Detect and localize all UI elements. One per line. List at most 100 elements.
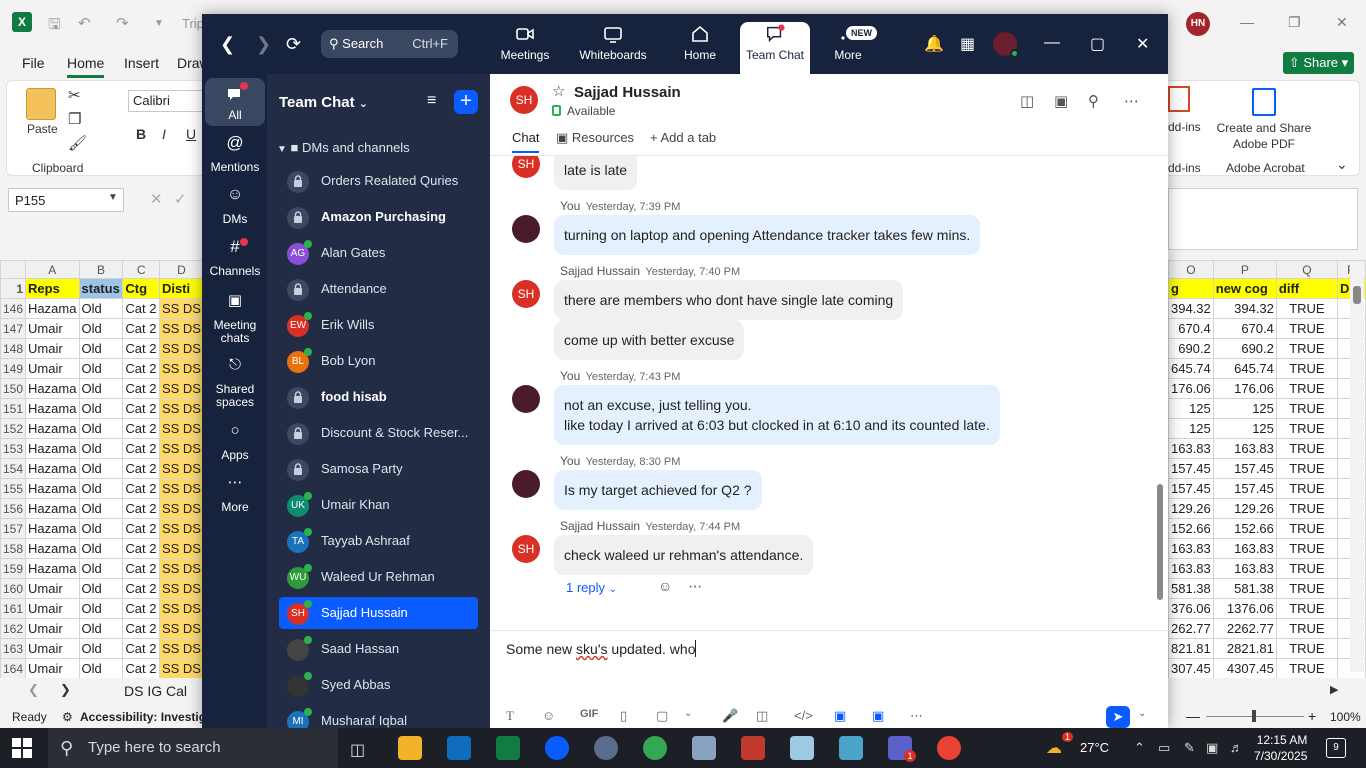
calculator-icon[interactable] xyxy=(692,736,716,760)
share-button[interactable]: ⇧ Share ▾ xyxy=(1283,52,1354,74)
cell-o[interactable]: 163.83 xyxy=(1168,438,1214,459)
bell-icon[interactable]: 🔔 xyxy=(924,34,944,54)
screenshot-dropdown-icon[interactable]: ⌄ xyxy=(684,708,692,719)
cell-ctg[interactable]: Cat 2 xyxy=(122,478,160,499)
text-format-icon[interactable]: T xyxy=(506,708,514,724)
section-dms-and-channels[interactable]: ▼ ■ DMs and channels xyxy=(277,140,410,155)
row-number[interactable]: 163 xyxy=(0,638,27,659)
file-icon[interactable]: ▯ xyxy=(620,708,627,724)
zoom-level[interactable]: 100% xyxy=(1330,710,1361,724)
scroll-right-icon[interactable]: ▶ xyxy=(1330,683,1338,696)
cell-ctg[interactable]: Cat 2 xyxy=(122,418,160,439)
cell-ctg[interactable]: Cat 2 xyxy=(122,318,160,339)
save-icon[interactable]: 🖫 xyxy=(48,14,61,39)
search-chat-icon[interactable]: ⚲ xyxy=(1088,92,1099,110)
cell-ctg[interactable]: Cat 2 xyxy=(122,578,160,599)
row-number[interactable]: 159 xyxy=(0,558,27,579)
pen-icon[interactable]: ✎ xyxy=(1184,740,1195,756)
spreadsheet-grid-right[interactable]: OPQRgnew cogdiffD394.32394.32TRUE670.467… xyxy=(1168,260,1366,678)
clock[interactable]: 12:15 AM 7/30/2025 xyxy=(1254,732,1307,764)
cell-dist[interactable]: SS DS xyxy=(158,658,204,678)
bold-button[interactable]: B xyxy=(136,126,146,142)
row-number[interactable]: 157 xyxy=(0,518,27,539)
cell-o[interactable]: 157.45 xyxy=(1168,458,1214,479)
cell-dist[interactable]: SS DS xyxy=(158,558,204,579)
sidebar-item[interactable]: UK Umair Khan xyxy=(279,489,478,521)
header-cell[interactable]: Reps xyxy=(25,278,80,299)
row-number[interactable]: 164 xyxy=(0,658,27,678)
cell-status[interactable]: Old xyxy=(78,578,124,599)
user-avatar[interactable]: HN xyxy=(1186,12,1210,36)
cell-status[interactable]: Old xyxy=(78,438,124,459)
cell-reps[interactable]: Hazama xyxy=(25,438,80,459)
cell-new-cog[interactable]: 394.32 xyxy=(1212,298,1277,319)
cell-reps[interactable]: Hazama xyxy=(25,458,80,479)
microphone-icon[interactable]: 🎤 xyxy=(722,708,738,724)
sidebar-item[interactable]: Samosa Party xyxy=(279,453,478,485)
sidebar-item[interactable]: SH Sajjad Hussain xyxy=(279,597,478,629)
send-button[interactable]: ➤ xyxy=(1106,706,1130,728)
cell-dist[interactable]: SS DS xyxy=(158,478,204,499)
italic-button[interactable]: I xyxy=(162,126,166,142)
ribbon-collapse-icon[interactable]: ⌄ xyxy=(1336,156,1348,173)
filezilla-icon[interactable] xyxy=(741,736,765,760)
cell-reps[interactable]: Umair xyxy=(25,658,80,678)
underline-button[interactable]: U xyxy=(186,126,196,142)
cell-diff[interactable]: TRUE xyxy=(1275,658,1338,678)
add-tab-button[interactable]: + Add a tab xyxy=(650,130,716,145)
sender-avatar[interactable]: SH xyxy=(512,156,540,178)
weather-icon[interactable]: ☁ xyxy=(1046,738,1062,758)
cell-status[interactable]: Old xyxy=(78,538,124,559)
meeting-icon[interactable]: ▣ xyxy=(872,708,884,724)
cell-o[interactable]: 125 xyxy=(1168,418,1214,439)
cell-new-cog[interactable]: 645.74 xyxy=(1212,358,1277,379)
cell-ctg[interactable]: Cat 2 xyxy=(122,438,160,459)
cell-ctg[interactable]: Cat 2 xyxy=(122,358,160,379)
cell-new-cog[interactable]: 690.2 xyxy=(1212,338,1277,359)
excel-icon[interactable] xyxy=(496,736,520,760)
cell-ctg[interactable]: Cat 2 xyxy=(122,518,160,539)
cell-new-cog[interactable]: 4307.45 xyxy=(1212,658,1277,678)
column-header[interactable]: A xyxy=(25,260,80,279)
battery-icon[interactable]: ▭ xyxy=(1158,740,1170,756)
sidebar-item[interactable]: Syed Abbas xyxy=(279,669,478,701)
cell-reps[interactable]: Hazama xyxy=(25,418,80,439)
cell-o[interactable]: 690.2 xyxy=(1168,338,1214,359)
next-sheet-icon[interactable]: ❯ xyxy=(60,682,71,698)
row-number[interactable]: 149 xyxy=(0,358,27,379)
tab-chat[interactable]: Chat xyxy=(512,130,540,153)
cell-dist[interactable]: SS DS xyxy=(158,538,204,559)
cell-diff[interactable]: TRUE xyxy=(1275,518,1338,539)
more-options-icon[interactable]: ⋯ xyxy=(1124,92,1139,110)
cell-o[interactable]: 645.74 xyxy=(1168,358,1214,379)
cell-status[interactable]: Old xyxy=(78,378,124,399)
windows-start-icon[interactable] xyxy=(12,738,32,758)
rail-more[interactable]: ⋯ More xyxy=(205,475,265,514)
cell-reps[interactable]: Umair xyxy=(25,318,80,339)
cell-o[interactable]: 821.81 xyxy=(1168,638,1214,659)
quick-access-dropdown-icon[interactable]: ▼ xyxy=(154,18,164,29)
message-bubble[interactable]: late is late xyxy=(554,156,638,190)
cell-diff[interactable]: TRUE xyxy=(1275,558,1338,579)
cell-o[interactable]: 152.66 xyxy=(1168,518,1214,539)
cell-dist[interactable]: SS DS xyxy=(158,518,204,539)
cell-dist[interactable]: SS DS xyxy=(158,318,204,339)
format-painter-icon[interactable]: 🖌 xyxy=(68,134,87,152)
redo-icon[interactable]: ↷ xyxy=(116,14,129,32)
cell-status[interactable]: Old xyxy=(78,498,124,519)
cell-ctg[interactable]: Cat 2 xyxy=(122,598,160,619)
cell-status[interactable]: Old xyxy=(78,418,124,439)
cell-o[interactable]: 163.83 xyxy=(1168,538,1214,559)
sender-avatar[interactable]: SH xyxy=(512,535,540,563)
cell-ctg[interactable]: Cat 2 xyxy=(122,618,160,639)
cell-status[interactable]: Old xyxy=(78,558,124,579)
message-bubble[interactable]: turning on laptop and opening Attendance… xyxy=(554,215,981,255)
row-number[interactable]: 158 xyxy=(0,538,27,559)
cell-dist[interactable]: SS DS xyxy=(158,618,204,639)
sidebar-item[interactable]: Orders Realated Quries xyxy=(279,165,478,197)
cell-ctg[interactable]: Cat 2 xyxy=(122,638,160,659)
cell-reps[interactable]: Hazama xyxy=(25,478,80,499)
tab-whiteboards[interactable]: Whiteboards xyxy=(574,24,652,62)
contact-name[interactable]: Sajjad Hussain xyxy=(574,84,681,101)
row-number[interactable]: 160 xyxy=(0,578,27,599)
